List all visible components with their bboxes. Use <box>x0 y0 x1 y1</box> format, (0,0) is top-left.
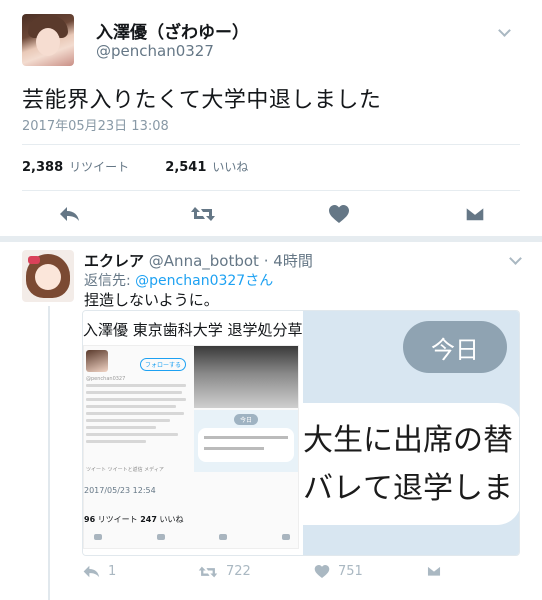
media-caption: 入澤優 東京歯科大学 退学処分草 <box>83 321 303 339</box>
tweet-timestamp[interactable]: 2017年05月23日 13:08 <box>22 115 169 134</box>
avatar-bow <box>28 256 40 264</box>
separator: · <box>263 252 269 270</box>
media-image-left[interactable]: 入澤優 東京歯科大学 退学処分草 フォローする @penchan0327 今日 … <box>83 311 303 555</box>
tweet-text: 芸能界入りたくて大学中退しました <box>22 88 382 113</box>
attached-media[interactable]: 入澤優 東京歯科大学 退学処分草 フォローする @penchan0327 今日 … <box>82 310 520 556</box>
like-icon <box>329 205 349 223</box>
reply-to-prefix: 返信先: <box>84 273 131 289</box>
divider <box>22 144 520 145</box>
embedded-rt-count: 96 <box>84 515 96 524</box>
reply-header: エクレア @Anna_botbot · 4時間 <box>84 250 313 271</box>
retweet-button[interactable] <box>190 203 216 225</box>
media-image-right[interactable]: 今日 大生に出席の替 バレて退学しま <box>303 311 519 555</box>
like-button[interactable] <box>326 203 352 225</box>
dm-button[interactable] <box>426 564 450 578</box>
user-handle[interactable]: @penchan0327 <box>96 42 214 60</box>
embedded-stats: 96 リツイート 247 いいね <box>84 514 183 525</box>
dm-icon <box>281 534 290 540</box>
like-button[interactable]: 751 <box>314 564 363 579</box>
reply-icon <box>83 565 100 578</box>
dm-icon <box>426 565 442 577</box>
reply-icon <box>60 207 79 221</box>
display-name[interactable]: エクレア <box>84 252 144 270</box>
embedded-screenshot: フォローする @penchan0327 今日 ツイート ツイートと返信 メディア… <box>83 345 299 549</box>
embedded-photo <box>194 346 298 408</box>
profile-tabs: ツイート ツイートと返信 メディア <box>86 467 164 473</box>
retweet-button[interactable]: 722 <box>198 564 251 579</box>
tweet-stats: 2,388 リツイート 2,541 いいね <box>22 158 248 175</box>
reply-count: 1 <box>108 564 117 579</box>
embedded-like-count: 247 <box>140 515 157 524</box>
avatar[interactable] <box>22 14 74 66</box>
reply-button[interactable]: 1 <box>82 564 116 579</box>
chat-text-line: 大生に出席の替 <box>303 423 513 458</box>
reply-tweet: エクレア @Anna_botbot · 4時間 返信先: @penchan032… <box>0 242 542 600</box>
user-handle: @penchan0327 <box>86 376 126 382</box>
likes-count: 2,541 <box>165 160 207 175</box>
tweet-time-ago[interactable]: 4時間 <box>273 252 313 270</box>
retweet-icon <box>191 207 215 221</box>
main-tweet: 入澤優（ざわゆー） @penchan0327 芸能界入りたくて大学中退しました … <box>0 0 542 236</box>
today-badge: 今日 <box>234 414 259 425</box>
dm-button[interactable] <box>462 203 488 225</box>
avatar[interactable] <box>22 250 74 302</box>
likes-stat[interactable]: 2,541 いいね <box>165 160 248 175</box>
embedded-actions <box>94 534 290 540</box>
retweets-label: リツイート <box>69 160 130 174</box>
like-icon <box>219 534 228 540</box>
like-count: 751 <box>338 564 363 579</box>
reply-to-line: 返信先: @penchan0327さん <box>84 270 273 290</box>
avatar <box>86 350 108 372</box>
embedded-rt-label: リツイート <box>97 515 138 524</box>
profile-bio <box>86 384 190 447</box>
today-badge: 今日 <box>403 321 507 373</box>
avatar-face <box>36 28 60 56</box>
retweet-count: 722 <box>226 564 251 579</box>
embedded-like-label: いいね <box>159 515 184 524</box>
chat-text-line: バレて退学しま <box>303 471 513 506</box>
retweet-icon <box>156 534 165 540</box>
tweet-text: 捏造しないように。 <box>84 291 219 309</box>
like-icon <box>314 564 330 579</box>
chevron-down-icon[interactable] <box>498 24 511 37</box>
reply-icon <box>94 534 102 540</box>
chat-bubble <box>198 428 294 462</box>
likes-label: いいね <box>212 160 249 174</box>
retweets-count: 2,388 <box>22 160 64 175</box>
chevron-down-icon[interactable] <box>509 252 522 265</box>
retweets-stat[interactable]: 2,388 リツイート <box>22 160 133 175</box>
follow-button: フォローする <box>140 358 187 371</box>
user-handle[interactable]: @Anna_botbot <box>149 252 259 270</box>
avatar-face <box>35 264 61 290</box>
reply-actions: 1 722 751 <box>82 564 520 586</box>
retweet-icon <box>198 566 218 577</box>
reply-button[interactable] <box>56 203 82 225</box>
thread-line <box>48 306 50 600</box>
reply-to-link[interactable]: @penchan0327さん <box>135 273 273 289</box>
dm-icon <box>465 206 485 222</box>
embedded-timestamp: 2017/05/23 12:54 <box>84 486 156 495</box>
display-name[interactable]: 入澤優（ざわゆー） <box>96 18 249 43</box>
divider <box>22 190 520 191</box>
